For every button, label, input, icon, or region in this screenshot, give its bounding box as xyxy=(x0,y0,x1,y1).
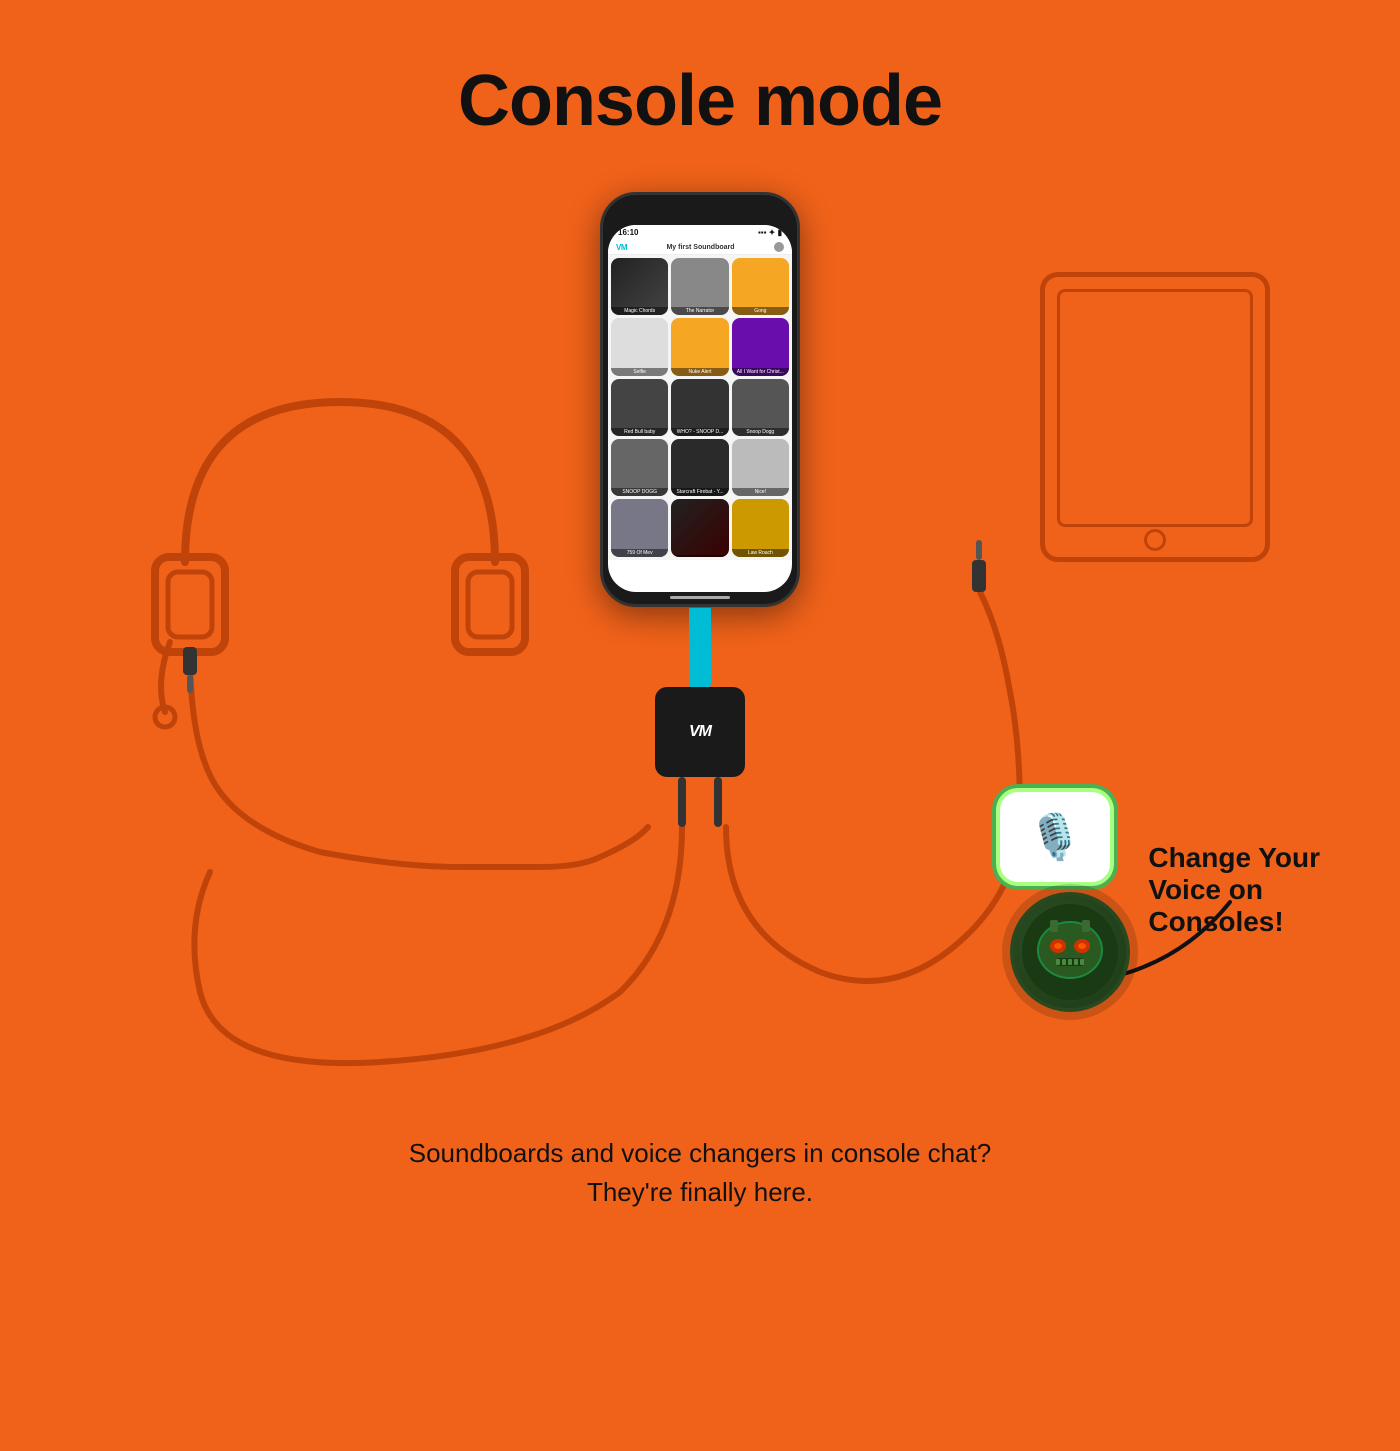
status-bar: 16:10 ▪▪▪ ✦ ▮ xyxy=(608,225,792,240)
teal-connector xyxy=(689,608,711,688)
gear-icon xyxy=(774,242,784,252)
grid-cell: Magic Chords xyxy=(611,258,668,315)
grid-cell: The Narrator xyxy=(671,258,728,315)
grid-cell: Nice! xyxy=(732,439,789,496)
mic-icon: 🎙️ xyxy=(1028,811,1083,863)
soundboard-label: My first Soundboard xyxy=(666,244,734,251)
tablet xyxy=(1040,272,1270,562)
page-title: Console mode xyxy=(0,0,1400,142)
mic-bubble: 🎙️ xyxy=(1000,792,1110,882)
grid-cell: Nuke Alert xyxy=(671,318,728,375)
phone-screen: 16:10 ▪▪▪ ✦ ▮ VM My first Soundboard Mag… xyxy=(608,225,792,592)
robot-avatar xyxy=(1010,892,1130,1012)
time: 16:10 xyxy=(618,228,638,237)
cta-line3: Consoles! xyxy=(1148,906,1320,938)
vm-logo: VM xyxy=(616,243,627,252)
grid-cell: SNOOP DOGG xyxy=(611,439,668,496)
bottom-line2: They're finally here. xyxy=(409,1173,992,1212)
signal: ▪▪▪ ✦ ▮ xyxy=(758,228,782,237)
grid-cell: Starcraft Firebat - Y... xyxy=(671,439,728,496)
bottom-text: Soundboards and voice changers in consol… xyxy=(409,1134,992,1212)
tablet-screen xyxy=(1057,289,1253,527)
grid-cell xyxy=(671,499,728,556)
grid-cell: Gong xyxy=(732,258,789,315)
bottom-line1: Soundboards and voice changers in consol… xyxy=(409,1134,992,1173)
app-bar: VM My first Soundboard xyxy=(608,240,792,255)
jack-left xyxy=(678,777,686,827)
adapter-logo: VM xyxy=(689,723,711,741)
audio-adapter: VM xyxy=(655,687,745,777)
robot-face-svg xyxy=(1020,902,1120,1002)
phone-grid: Magic ChordsThe NarratorGong SelfieNuke A… xyxy=(608,255,792,560)
illustration-area: 16:10 ▪▪▪ ✦ ▮ VM My first Soundboard Mag… xyxy=(0,172,1400,1272)
grid-cell: WHO? - SNOOP D... xyxy=(671,379,728,436)
grid-cell: Selfie xyxy=(611,318,668,375)
grid-cell: Law Roach xyxy=(732,499,789,556)
phone: 16:10 ▪▪▪ ✦ ▮ VM My first Soundboard Mag… xyxy=(600,192,800,607)
cta-line2: Voice on xyxy=(1148,874,1320,906)
grid-cell: Red Bull baby xyxy=(611,379,668,436)
cta-line1: Change Your xyxy=(1148,842,1320,874)
jack-right xyxy=(714,777,722,827)
grid-cell: Snoop Dogg xyxy=(732,379,789,436)
home-bar xyxy=(670,596,730,599)
tablet-home-button xyxy=(1144,529,1166,551)
cta-text: Change Your Voice on Consoles! xyxy=(1148,842,1320,939)
dynamic-island xyxy=(675,200,725,210)
grid-cell: All I Want for Christ... xyxy=(732,318,789,375)
grid-cell: 759 Of Mev xyxy=(611,499,668,556)
